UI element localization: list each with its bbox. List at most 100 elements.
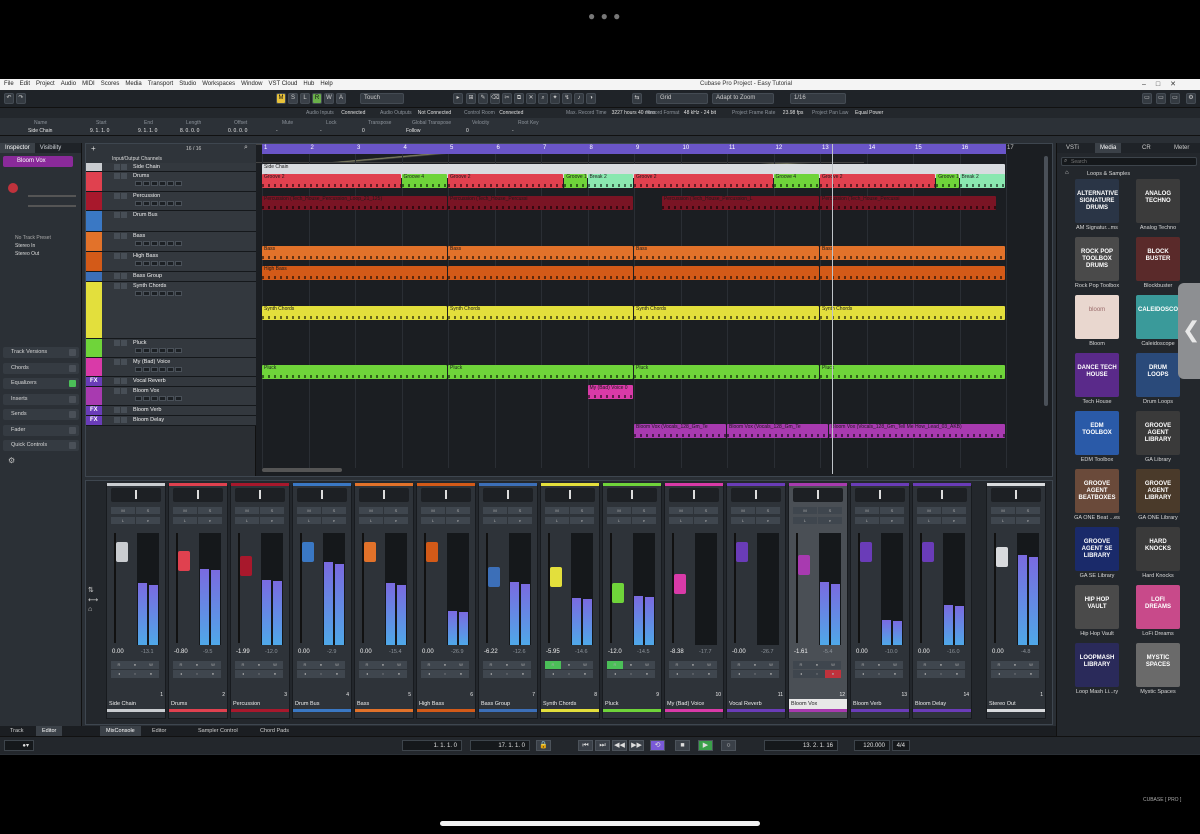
write-button[interactable]: W bbox=[577, 661, 593, 669]
listen-button[interactable]: L bbox=[483, 517, 507, 524]
section-toggle-icon[interactable] bbox=[69, 364, 76, 372]
lanes-icon[interactable] bbox=[167, 291, 174, 296]
monitor-icon[interactable] bbox=[151, 201, 158, 206]
track-preset[interactable]: No Track Preset bbox=[15, 235, 51, 241]
event-groove-1[interactable]: Groove 1 bbox=[564, 174, 587, 188]
record-button[interactable]: R bbox=[793, 661, 809, 669]
menu-item-edit[interactable]: Edit bbox=[20, 79, 30, 90]
freeze-button[interactable]: ○ bbox=[623, 670, 639, 678]
read-button[interactable]: ◂ bbox=[669, 670, 685, 678]
section-toggle-icon[interactable] bbox=[69, 426, 76, 434]
lanes-icon[interactable] bbox=[167, 241, 174, 246]
media-tile[interactable]: HARD KNOCKS bbox=[1136, 527, 1180, 571]
pan-knob[interactable] bbox=[607, 488, 657, 502]
channel-strip-percussion[interactable]: M S Le -1.99 -12.0 R ● W◂ ○ ● 3 Percussion bbox=[230, 483, 290, 719]
play-icon[interactable]: ▶ bbox=[698, 740, 713, 751]
freeze-button[interactable]: ○ bbox=[933, 670, 949, 678]
fader-value[interactable]: 0.00 bbox=[112, 649, 124, 655]
listen-button[interactable]: L bbox=[359, 517, 383, 524]
media-tile[interactable]: bloom bbox=[1075, 295, 1119, 339]
channel-strip-bloom-delay[interactable]: M S Le 0.00 -16.0 R ● W◂ ○ ● 14 Bloom Delay bbox=[912, 483, 972, 719]
fader-value[interactable]: -0.80 bbox=[174, 649, 188, 655]
record-button[interactable]: R bbox=[111, 661, 127, 669]
volume-fader[interactable] bbox=[674, 573, 686, 594]
read-button[interactable]: ◂ bbox=[917, 670, 933, 678]
routing-output[interactable]: Stereo Out bbox=[15, 251, 39, 257]
media-tile[interactable]: GROOVE AGENT BEATBOXES bbox=[1075, 469, 1119, 513]
monitor-button[interactable]: ● bbox=[189, 661, 205, 669]
write-button[interactable]: W bbox=[515, 661, 531, 669]
info-value[interactable]: 8. 0. 0. 0 bbox=[180, 128, 199, 134]
side-panel-handle[interactable]: ❮ bbox=[1178, 283, 1200, 379]
fader-value[interactable]: 0.00 bbox=[298, 649, 310, 655]
menu-item-window[interactable]: Window bbox=[241, 79, 262, 90]
media-tile-caption[interactable]: LoFi Dreams bbox=[1130, 631, 1186, 637]
event-break-2[interactable]: Break 2 bbox=[587, 174, 633, 188]
write-button[interactable]: W bbox=[1023, 661, 1039, 669]
write-button[interactable]: W bbox=[391, 661, 407, 669]
tab-inspector[interactable]: Inspector bbox=[0, 143, 35, 153]
listen-button[interactable]: L bbox=[607, 517, 631, 524]
event-groove-2d[interactable]: Groove 2 bbox=[820, 174, 936, 188]
media-tile[interactable]: CALEIDOSCOPE bbox=[1136, 295, 1180, 339]
rec-arm-button[interactable]: ● bbox=[515, 670, 531, 678]
pan-knob[interactable] bbox=[991, 488, 1041, 502]
cycle-icon[interactable]: ⟲ bbox=[650, 740, 665, 751]
track-bass-group[interactable]: Bass Group bbox=[86, 272, 256, 282]
fader-value[interactable]: 0.00 bbox=[360, 649, 372, 655]
media-tile[interactable]: HIP HOP VAULT bbox=[1075, 585, 1119, 629]
mute-icon[interactable] bbox=[114, 378, 120, 384]
lanes-icon[interactable] bbox=[167, 367, 174, 372]
track-high-bass[interactable]: High Bass bbox=[86, 252, 256, 272]
freeze-button[interactable]: ○ bbox=[127, 670, 143, 678]
solo-icon[interactable] bbox=[121, 359, 127, 365]
track-controls[interactable] bbox=[114, 164, 130, 170]
rec-arm-button[interactable]: ● bbox=[453, 670, 469, 678]
pan-knob[interactable] bbox=[421, 488, 471, 502]
solo-button[interactable]: S bbox=[756, 507, 780, 514]
freeze-button[interactable]: ○ bbox=[747, 670, 763, 678]
rec-arm-button[interactable]: ● bbox=[763, 670, 779, 678]
channel-name[interactable]: Vocal Reverb bbox=[727, 699, 785, 709]
lower-tab-editor[interactable]: Editor bbox=[36, 726, 63, 736]
project-cursor[interactable] bbox=[832, 144, 833, 474]
right-locator[interactable]: 17. 1. 1. 0 bbox=[470, 740, 530, 751]
record-button[interactable]: R bbox=[731, 661, 747, 669]
track-controls[interactable] bbox=[114, 407, 130, 413]
solo-icon[interactable] bbox=[121, 173, 127, 179]
write-icon[interactable] bbox=[143, 201, 150, 206]
mute-button[interactable]: M bbox=[607, 507, 631, 514]
inspector-section-equalizers[interactable]: Equalizers bbox=[3, 378, 79, 389]
window-controls[interactable]: –□✕ bbox=[1142, 79, 1186, 90]
listen-button[interactable]: L bbox=[173, 517, 197, 524]
media-tile[interactable]: DRUM LOOPS bbox=[1136, 353, 1180, 397]
volume-fader[interactable] bbox=[488, 567, 500, 588]
mute-button[interactable]: M bbox=[235, 507, 259, 514]
solo-icon[interactable] bbox=[121, 193, 127, 199]
rec-arm-button[interactable]: ● bbox=[949, 670, 965, 678]
record-button[interactable]: R bbox=[359, 661, 375, 669]
layout-icon-2[interactable]: ▭ bbox=[1156, 93, 1166, 104]
info-value[interactable]: 0 bbox=[362, 128, 365, 134]
menu-item-scores[interactable]: Scores bbox=[101, 79, 120, 90]
inspector-section-sends[interactable]: Sends bbox=[3, 409, 79, 420]
edit-icon[interactable] bbox=[159, 396, 166, 401]
media-tile-caption[interactable]: GA ONE Beat ...es bbox=[1069, 515, 1125, 521]
track-controls[interactable] bbox=[114, 173, 130, 179]
solo-button[interactable]: S bbox=[1016, 507, 1040, 514]
listen-button[interactable]: L bbox=[669, 517, 693, 524]
media-tile[interactable]: GROOVE AGENT LIBRARY bbox=[1136, 469, 1180, 513]
media-tile-caption[interactable]: Bloom bbox=[1069, 341, 1125, 347]
mute-icon[interactable] bbox=[114, 164, 120, 170]
track-controls[interactable] bbox=[114, 283, 130, 289]
mute-icon[interactable] bbox=[114, 233, 120, 239]
fader-value[interactable]: 0.00 bbox=[918, 649, 930, 655]
event-pluck-1[interactable]: Pluck bbox=[448, 365, 633, 379]
fader-value[interactable]: -5.95 bbox=[546, 649, 560, 655]
write-icon[interactable] bbox=[143, 261, 150, 266]
mode-button-s[interactable]: S bbox=[288, 93, 298, 104]
media-tile[interactable]: GROOVE AGENT LIBRARY bbox=[1136, 411, 1180, 455]
track-bass[interactable]: Bass bbox=[86, 232, 256, 252]
rec-arm-button[interactable]: ● bbox=[329, 670, 345, 678]
solo-icon[interactable] bbox=[121, 164, 127, 170]
